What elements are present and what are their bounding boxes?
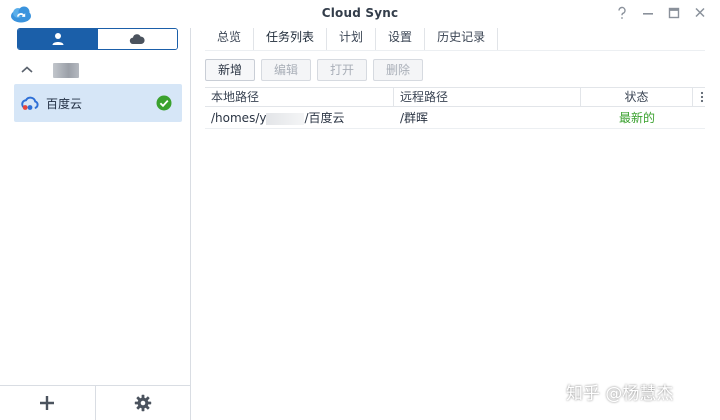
cloud-view-button[interactable] [97, 29, 177, 49]
connection-item-baidu[interactable]: 百度云 [14, 84, 182, 122]
sidebar-footer [0, 385, 190, 420]
close-icon[interactable] [690, 4, 710, 22]
minimize-icon[interactable] [638, 4, 658, 22]
tab-divider [205, 50, 705, 51]
column-menu[interactable] [693, 88, 705, 106]
edit-button[interactable]: 编辑 [261, 59, 312, 81]
baidu-cloud-icon [21, 96, 39, 110]
table-row[interactable]: /homes/y/百度云 /群晖 最新的 [205, 107, 705, 129]
connection-label: 百度云 [46, 96, 83, 111]
gear-icon [134, 394, 151, 412]
table-header: 本地路径 远程路径 状态 [205, 87, 705, 107]
local-path-cell: /homes/y/百度云 [205, 107, 394, 128]
open-button[interactable]: 打开 [317, 59, 368, 81]
chevron-up-icon[interactable] [17, 62, 37, 78]
watermark: 知乎 @杨慧杰 [566, 384, 674, 404]
column-header-status[interactable]: 状态 [581, 88, 693, 106]
redacted-path-segment [266, 112, 305, 125]
task-table: 本地路径 远程路径 状态 /homes/y/百度云 /群晖 最新的 [205, 87, 705, 129]
task-toolbar: 新增 编辑 打开 删除 [205, 59, 424, 81]
redacted-account-name [53, 62, 79, 78]
user-icon [52, 33, 64, 45]
tab-history[interactable]: 历史记录 [425, 28, 499, 50]
add-button[interactable]: 新增 [205, 59, 256, 81]
column-header-remote-path[interactable]: 远程路径 [394, 88, 581, 106]
more-vertical-icon [700, 91, 704, 103]
maximize-icon[interactable] [664, 4, 684, 22]
tab-schedule[interactable]: 计划 [327, 28, 377, 50]
user-view-button[interactable] [18, 29, 98, 49]
column-header-local-path[interactable]: 本地路径 [205, 88, 394, 106]
local-path-prefix: /homes/y [211, 111, 267, 125]
status-cell: 最新的 [618, 111, 655, 125]
tab-overview[interactable]: 总览 [205, 28, 255, 50]
tab-bar: 总览 任务列表 计划 设置 历史记录 [205, 28, 499, 50]
plus-icon [40, 396, 55, 410]
add-connection-button[interactable] [0, 386, 95, 420]
tab-task-list[interactable]: 任务列表 [254, 28, 328, 50]
settings-button[interactable] [94, 386, 191, 420]
cloud-icon [130, 34, 145, 44]
local-path-suffix: /百度云 [304, 111, 345, 125]
view-switcher [17, 28, 178, 50]
remote-path-cell: /群晖 [400, 111, 429, 125]
delete-button[interactable]: 删除 [373, 59, 424, 81]
tab-settings[interactable]: 设置 [376, 28, 426, 50]
help-icon[interactable] [612, 4, 632, 22]
account-group[interactable] [17, 58, 187, 82]
sidebar: 百度云 [0, 28, 191, 420]
check-circle-icon [156, 95, 172, 111]
title-bar: Cloud Sync [0, 0, 720, 28]
